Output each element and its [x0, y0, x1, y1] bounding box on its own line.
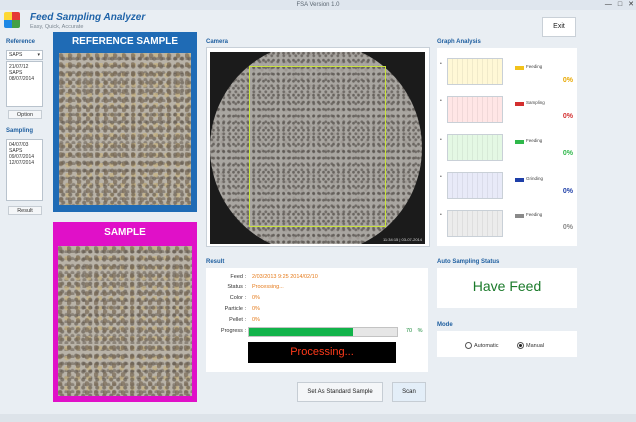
result-row-pellet: Pellet :0% [229, 317, 260, 323]
result-panel: Feed :2/03/2013 9:25 2014/02/10 Status :… [206, 268, 428, 372]
result-row-feed: Feed :2/03/2013 9:25 2014/02/10 [230, 274, 318, 280]
reference-list[interactable]: 21/07/12 SAPS 08/07/2014 [6, 61, 43, 107]
percent-value: 0% [562, 224, 573, 231]
result-button[interactable]: Result [8, 206, 42, 215]
graph-sampling [447, 96, 503, 123]
mode-manual-option[interactable]: Manual [517, 342, 544, 349]
region-of-interest-frame[interactable] [249, 66, 386, 227]
maximize-button[interactable]: □ [618, 0, 622, 10]
mode-automatic-option[interactable]: Automatic [465, 342, 498, 349]
graph-marker: • [440, 98, 442, 104]
progress-bar [248, 327, 398, 337]
percent-value: 0% [562, 113, 573, 120]
app-title: Feed Sampling Analyzer [30, 12, 146, 23]
reference-sample-header: REFERENCE SAMPLE [71, 36, 179, 47]
chevron-down-icon: ▾ [37, 52, 40, 58]
bottom-bar [0, 414, 636, 422]
legend-label: Feeding [526, 212, 543, 217]
option-button[interactable]: Option [8, 110, 42, 119]
graph-marker: • [440, 212, 442, 218]
graph-marker: • [440, 137, 442, 143]
processing-display: Processing... [248, 342, 396, 363]
window-title: FSA Version 1.0 [296, 2, 340, 8]
graph-marker: • [440, 61, 442, 67]
app-logo-icon [4, 12, 20, 28]
app-subtitle: Easy, Quick, Accurate [30, 24, 84, 30]
mode-label: Mode [437, 322, 453, 328]
camera-label: Camera [206, 39, 229, 45]
legend-swatch [515, 214, 524, 218]
graph-feeding-2 [447, 134, 503, 161]
graph-feeding-3 [447, 210, 503, 237]
reference-sample-image [59, 53, 191, 205]
auto-sampling-panel: Have Feed [437, 268, 577, 308]
legend-label: Grinding [526, 176, 544, 181]
result-row-color: Color :0% [229, 295, 260, 301]
reference-sample-panel: REFERENCE SAMPLE [53, 32, 197, 212]
graph-marker: • [440, 174, 442, 180]
exit-button[interactable]: Exit [542, 17, 576, 37]
graph-grinding [447, 172, 503, 199]
set-standard-sample-button[interactable]: Set As Standard Sample [297, 382, 383, 402]
camera-timestamp: 11:34:15 | 03-07-2014 [383, 237, 422, 242]
mode-panel: Automatic Manual [437, 331, 577, 357]
graph-feeding-1 [447, 58, 503, 85]
reference-combo-value: SAPS [9, 52, 23, 58]
manual-radio[interactable] [517, 342, 524, 349]
scan-button[interactable]: Scan [392, 382, 426, 402]
sample-header: SAMPLE [104, 227, 146, 238]
auto-sampling-status: Have Feed [472, 278, 542, 294]
automatic-radio[interactable] [465, 342, 472, 349]
result-row-particle: Particle :0% [224, 306, 260, 312]
graph-analysis-label: Graph Analysis [437, 39, 481, 45]
camera-feed[interactable]: 11:34:15 | 03-07-2014 [210, 52, 425, 244]
auto-sampling-label: Auto Sampling Status [437, 259, 500, 265]
sample-panel: SAMPLE [53, 222, 197, 402]
title-bar: FSA Version 1.0 [0, 0, 636, 10]
result-row-status: Status : Processing... [227, 284, 284, 290]
legend-swatch [515, 178, 524, 182]
sampling-list[interactable]: 04/07/03 SAPS 09/07/2014 12/07/2014 [6, 139, 43, 201]
close-button[interactable]: ✕ [628, 0, 634, 10]
result-label: Result [206, 259, 225, 265]
legend-swatch [515, 140, 524, 144]
list-item[interactable]: 08/07/2014 [9, 76, 40, 82]
legend-label: Sampling [526, 100, 545, 105]
progress-value: 70 % [406, 328, 423, 334]
reference-combo[interactable]: SAPS ▾ [6, 50, 43, 60]
percent-value: 0% [562, 150, 573, 157]
sample-image [58, 246, 192, 396]
legend-swatch [515, 66, 524, 70]
legend-label: Feeding [526, 138, 543, 143]
progress-label: Progress : [220, 328, 246, 334]
legend-label: Feeding [526, 64, 543, 69]
minimize-button[interactable]: — [605, 0, 612, 10]
graph-analysis-panel: • Feeding 0% • Sampling 0% • Feeding 0% … [437, 48, 577, 246]
percent-value: 0% [562, 77, 573, 84]
window-controls: — □ ✕ [605, 0, 634, 10]
percent-value: 0% [562, 188, 573, 195]
legend-swatch [515, 102, 524, 106]
reference-label: Reference [6, 39, 36, 45]
progress-fill [249, 328, 353, 336]
list-item[interactable]: 12/07/2014 [9, 160, 40, 166]
sampling-label: Sampling [6, 128, 34, 134]
